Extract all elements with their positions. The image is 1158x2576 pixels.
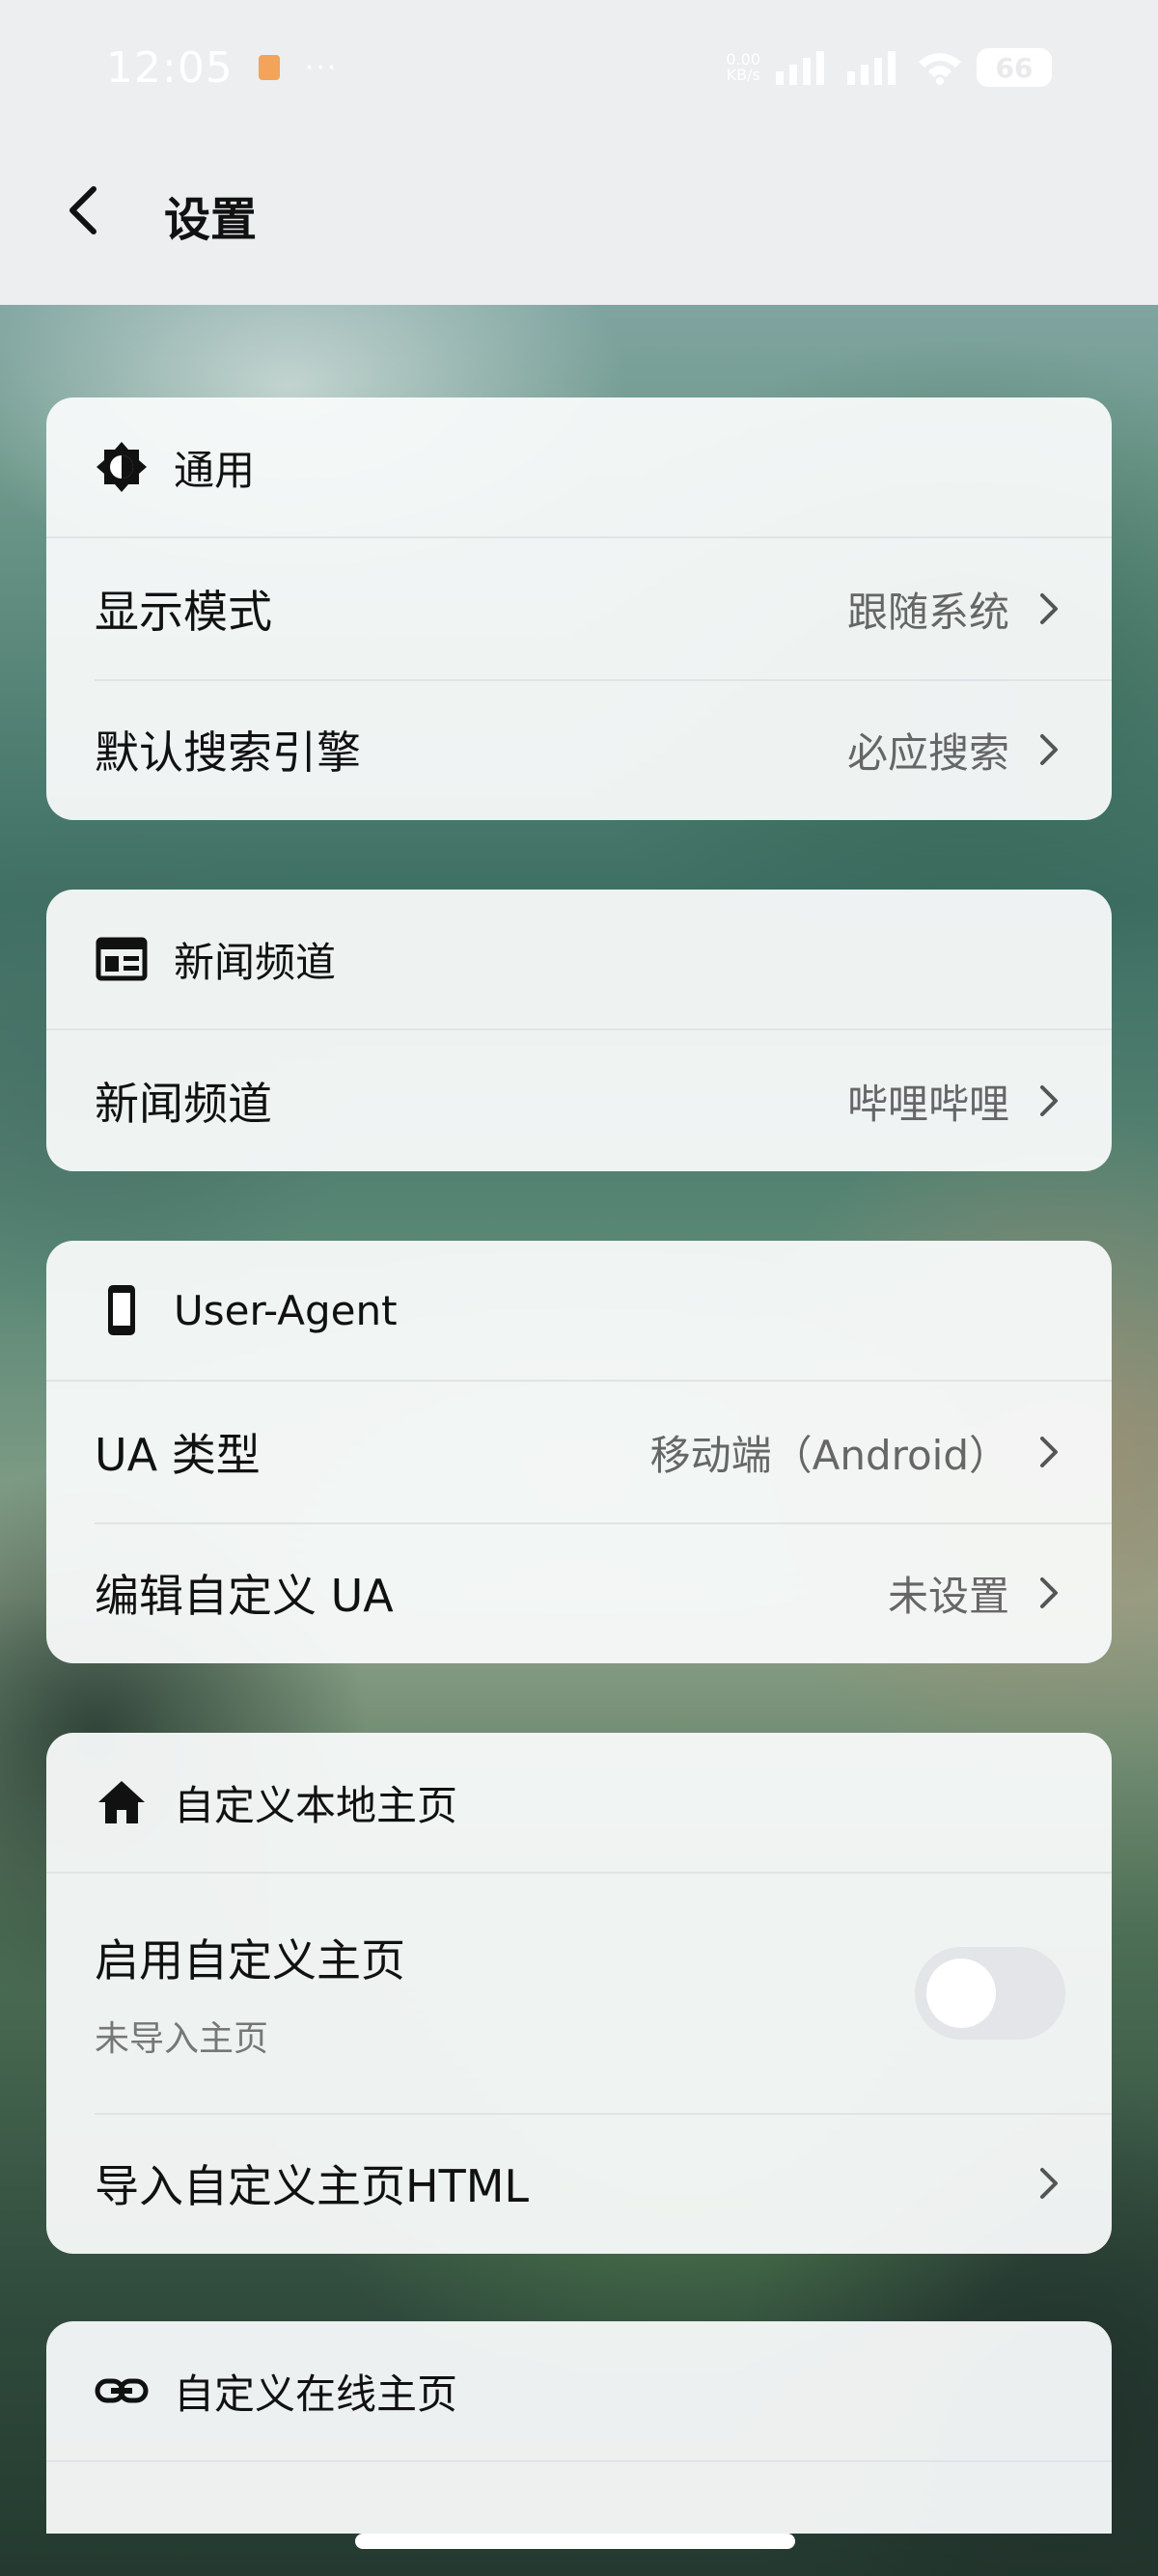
chevron-left-icon: [69, 186, 96, 234]
section-header-news: 新闻频道: [46, 890, 1112, 1030]
enable-custom-home-toggle[interactable]: [915, 1947, 1065, 2040]
row-label: UA 类型: [95, 1429, 261, 1481]
more-notifications-icon: ···: [304, 50, 339, 85]
row-label: 启用自定义主页: [95, 1934, 405, 1987]
row-value: 跟随系统: [846, 588, 1009, 636]
section-title: 自定义本地主页: [174, 1781, 458, 1829]
online-home-section-card: 自定义在线主页: [46, 2321, 1112, 2534]
news-section-card: 新闻频道 新闻频道 哔哩哔哩: [46, 890, 1112, 1171]
link-icon: [95, 2364, 149, 2418]
status-time: 12:05: [106, 42, 234, 93]
section-header-local-home: 自定义本地主页: [46, 1733, 1112, 1874]
ua-section-card: User-Agent UA 类型 移动端（Android） 编辑自定义 UA 未…: [46, 1241, 1112, 1663]
section-header-ua: User-Agent: [46, 1241, 1112, 1382]
row-label: 显示模式: [95, 586, 272, 638]
row-value: 未设置: [887, 1572, 1009, 1620]
chevron-right-icon: [1034, 1082, 1063, 1120]
toggle-knob: [926, 1959, 996, 2028]
chevron-right-icon: [1034, 589, 1063, 628]
page-title: 设置: [164, 193, 258, 247]
section-title: 新闻频道: [174, 938, 337, 986]
chevron-right-icon: [1034, 2164, 1063, 2203]
section-title: User-Agent: [174, 1286, 398, 1334]
battery-indicator: 66: [977, 48, 1052, 87]
row-label: 新闻频道: [95, 1078, 272, 1130]
general-section-card: 通用 显示模式 跟随系统 默认搜索引擎 必应搜索: [46, 397, 1112, 820]
notification-icon: [258, 55, 280, 80]
signal-icon-2: [847, 51, 896, 85]
row-value: 必应搜索: [846, 728, 1009, 777]
newspaper-icon: [95, 932, 149, 986]
section-header-general: 通用: [46, 397, 1112, 538]
news-channel-row[interactable]: 新闻频道 哔哩哔哩: [46, 1030, 1112, 1171]
default-search-engine-row[interactable]: 默认搜索引擎 必应搜索: [46, 679, 1112, 820]
phone-icon: [95, 1283, 149, 1337]
row-label: 默认搜索引擎: [95, 726, 361, 779]
section-title: 自定义在线主页: [174, 2370, 458, 2418]
edit-custom-ua-row[interactable]: 编辑自定义 UA 未设置: [46, 1522, 1112, 1663]
back-button[interactable]: [56, 179, 110, 241]
chevron-right-icon: [1034, 1433, 1063, 1471]
row-label: 编辑自定义 UA: [95, 1570, 394, 1622]
brightness-icon: [95, 440, 149, 494]
import-custom-home-html-row[interactable]: 导入自定义主页HTML: [46, 2113, 1112, 2254]
local-home-section-card: 自定义本地主页 启用自定义主页 未导入主页 导入自定义主页HTML: [46, 1733, 1112, 2254]
enable-custom-home-row[interactable]: 启用自定义主页 未导入主页: [46, 1874, 1112, 2113]
net-speed-unit: KB/s: [726, 66, 760, 84]
header: 设置: [0, 135, 1158, 289]
section-header-online-home: 自定义在线主页: [46, 2321, 1112, 2462]
chevron-right-icon: [1034, 730, 1063, 769]
home-icon: [95, 1775, 149, 1829]
row-value: 哔哩哔哩: [846, 1080, 1009, 1128]
net-speed: 0.00 KB/s: [726, 52, 760, 83]
section-title: 通用: [174, 446, 256, 494]
home-indicator[interactable]: [355, 2534, 795, 2549]
row-label: 导入自定义主页HTML: [95, 2160, 530, 2212]
chevron-right-icon: [1034, 1574, 1063, 1612]
status-bar: 12:05 ··· 0.00 KB/s 66: [0, 0, 1158, 135]
wifi-icon: [919, 53, 961, 85]
ua-type-row[interactable]: UA 类型 移动端（Android）: [46, 1382, 1112, 1522]
row-subtitle: 未导入主页: [95, 2019, 269, 2059]
row-value: 移动端（Android）: [649, 1431, 1009, 1479]
signal-icon: [776, 51, 824, 85]
display-mode-row[interactable]: 显示模式 跟随系统: [46, 538, 1112, 679]
